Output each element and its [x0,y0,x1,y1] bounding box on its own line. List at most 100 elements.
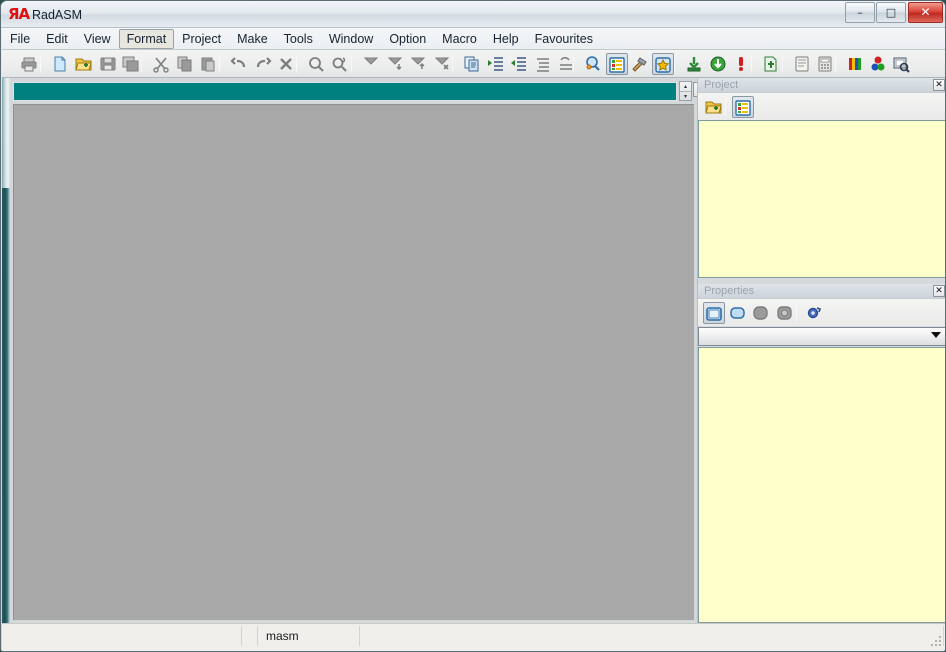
build-tools-icon[interactable] [629,53,651,75]
cut-icon[interactable] [150,53,172,75]
close-button[interactable]: ✕ [908,2,943,23]
color-picker-icon[interactable] [867,53,889,75]
minimize-button[interactable]: – [845,2,875,23]
delete-icon[interactable] [275,53,297,75]
duplicate-line-icon[interactable] [461,53,483,75]
panel-toolbar-separator [796,304,797,322]
menu-option[interactable]: Option [381,29,434,49]
indent-icon[interactable] [485,53,507,75]
properties-menu-icon[interactable] [750,302,772,324]
properties-view-icon[interactable] [606,53,628,75]
paste-icon[interactable] [197,53,219,75]
mdi-child-titlebar-fill [14,83,676,100]
mdi-left-highlight [2,78,10,188]
menu-file[interactable]: File [2,29,38,49]
menu-label: Favourites [534,32,593,46]
uncomment-icon[interactable] [555,53,577,75]
open-project-icon[interactable] [703,96,725,118]
project-details-icon[interactable] [732,96,754,118]
bookmark-icon[interactable] [360,53,382,75]
menu-label: Tools [283,32,313,46]
menu-tools[interactable]: Tools [276,29,321,49]
save-all-icon[interactable] [120,53,142,75]
save-file-icon[interactable] [97,53,119,75]
compile-icon[interactable] [683,53,705,75]
properties-panel-toolbar [698,298,945,326]
notepad-icon[interactable] [791,53,813,75]
run-icon[interactable] [760,53,782,75]
mdi-child-down-icon[interactable]: ▾ [680,91,691,100]
toolbar-separator [219,55,220,73]
new-file-icon[interactable] [49,53,71,75]
menu-label: Macro [442,32,477,46]
bookmark-next-icon[interactable] [384,53,406,75]
project-panel-caption[interactable]: Project ✕ [698,78,945,92]
status-message [4,626,242,646]
calculator-icon[interactable] [814,53,836,75]
find-icon[interactable] [305,53,327,75]
radasm-logo-icon: ЯA [8,5,30,23]
maximize-button[interactable]: □ [876,2,906,23]
properties-settings-icon[interactable] [803,302,825,324]
mdi-child-window: ▴ ▾ ✕ [10,79,708,622]
menu-help[interactable]: Help [485,29,527,49]
menu-make[interactable]: Make [229,29,276,49]
mdi-child-titlebar[interactable] [13,82,677,101]
properties-dialog-icon[interactable] [703,302,725,324]
menu-edit[interactable]: Edit [38,29,76,49]
resize-grip-icon[interactable] [929,634,943,648]
redo-icon[interactable] [252,53,274,75]
toolbar-separator [351,55,352,73]
app-window: ЯA RadASM – □ ✕ File Edit View Format Projec… [0,0,946,652]
project-panel-toolbar [698,92,945,120]
menu-label: Project [182,32,222,46]
chevron-down-icon[interactable] [931,332,941,338]
properties-accel-icon[interactable] [774,302,796,324]
copy-icon[interactable] [174,53,196,75]
properties-panel-close-button[interactable]: ✕ [933,285,945,297]
stop-icon[interactable] [730,53,752,75]
menu-macro[interactable]: Macro [434,29,485,49]
properties-panel: Properties ✕ [698,284,945,623]
menu-label: Edit [46,32,68,46]
menu-project[interactable]: Project [174,29,229,49]
build-icon[interactable] [707,53,729,75]
status-assembler: masm [258,626,360,646]
menu-bar: File Edit View Format Project Make Tools Window… [2,28,945,50]
find-replace-icon[interactable] [329,53,351,75]
outdent-icon[interactable] [508,53,530,75]
menu-format[interactable]: Format [118,29,175,49]
undo-icon[interactable] [228,53,250,75]
toolbar-separator [674,55,675,73]
bookmark-clear-icon[interactable] [431,53,453,75]
menu-view[interactable]: View [76,29,119,49]
menu-label: Window [328,32,374,46]
mdi-child-updown[interactable]: ▴ ▾ [679,81,692,101]
project-panel-title: Project [704,79,739,91]
bookmark-prev-icon[interactable] [407,53,429,75]
menu-label: View [83,32,111,46]
mdi-child-up-icon[interactable]: ▴ [680,82,691,91]
project-view-icon[interactable] [582,53,604,75]
properties-object-select[interactable] [698,327,945,346]
properties-panel-caption[interactable]: Properties ✕ [698,284,945,298]
panel-toolbar-separator [725,98,726,116]
menu-label: Option [389,32,427,46]
properties-control-icon[interactable] [727,302,749,324]
favourites-icon[interactable] [652,53,674,75]
status-position [242,626,258,646]
project-tree-list[interactable] [698,120,945,278]
print-icon[interactable] [18,53,40,75]
comment-icon[interactable] [532,53,554,75]
project-panel-close-button[interactable]: ✕ [933,79,945,91]
properties-grid[interactable] [698,347,945,623]
menu-label: Make [237,32,268,46]
open-file-icon[interactable] [73,53,95,75]
menu-favourites[interactable]: Favourites [527,29,601,49]
screen-capture-icon[interactable] [890,53,912,75]
mdi-area: ▴ ▾ ✕ [2,78,708,623]
menu-label: Format [126,32,167,46]
menu-window[interactable]: Window [321,29,381,49]
color-bars-icon[interactable] [844,53,866,75]
project-panel: Project ✕ [698,78,945,278]
